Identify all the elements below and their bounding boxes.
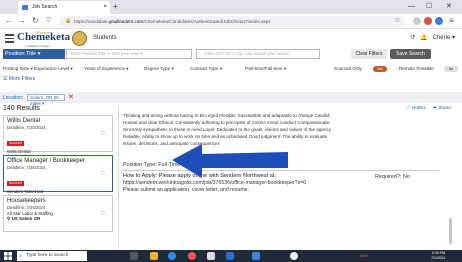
back-arrow-icon[interactable]: ← [5,16,13,26]
url-prefix: https://candidate. [74,19,109,24]
system-clock[interactable]: 4:05 PM 7/1/2024 [431,251,445,261]
notifications-bell-icon[interactable]: 🔔 [420,35,427,41]
save-search-button[interactable]: Save Search [390,49,431,59]
hotlist-link[interactable]: ☆ Hotlist [406,106,425,111]
annotation-arrow-icon [172,144,288,178]
menu-icon[interactable]: ≡ [449,16,454,26]
remote-possible-label: Remote Possible [399,66,434,71]
close-tab-icon[interactable]: × [103,1,107,14]
keyword-input[interactable]: Enter Position Title to start your searc… [66,49,192,59]
required-field: Required?: No [375,174,410,180]
logo-script: Pioneer [37,30,50,35]
minimize-icon[interactable]: — [408,1,415,13]
active-filters-row: Location: Salem, OR 25 miles ▾ ✕ [0,92,462,106]
favorite-star-icon[interactable]: ☆ [100,209,106,217]
user-menu[interactable]: ↺ 🔔 Cherie ▾ [410,34,455,41]
browser-app-icon[interactable] [290,252,298,260]
url-domain: gradleaders.com [109,19,144,24]
history-icon[interactable]: ↺ [410,35,415,41]
job-card-selected[interactable]: Office Manager / Bookkeeper Deadline: 7/… [3,155,113,199]
sourced-badge: Sourced [7,140,24,146]
share-link[interactable]: ➦ Share [433,106,451,111]
browser-tab-bar: Job Search × + — ☐ ✕ [0,0,462,14]
windows-start-icon[interactable] [4,252,12,260]
site-header: Pioneer Chemeketa Community College Stud… [0,29,462,48]
location-pin-icon: ⚲ [7,216,11,221]
shield-icon[interactable]: ⛉ [46,16,51,26]
task-view-icon[interactable] [130,252,138,260]
job-card[interactable]: Willis Dental Deadline: 7/26/2024 Source… [3,115,113,159]
remote-possible-toggle[interactable]: No [444,66,458,72]
results-list: 140 Results Willis Dental Deadline: 7/26… [3,104,113,249]
url-path: /Chemeketa/Candidates/Authenticated/Jobs… [143,19,271,24]
job-deadline: Deadline: 7/26/2024 [7,125,46,130]
forward-arrow-icon[interactable]: → [18,16,26,26]
tab-job-search[interactable]: Job Search × [18,1,110,14]
close-window-icon[interactable]: ✕ [446,1,452,13]
sourced-only-label: Sourced Only [334,66,362,71]
contract-type-dropdown[interactable]: Contract Type ▾ [190,64,222,74]
tab-title: Job Search [32,4,58,10]
favorite-star-icon[interactable]: ☆ [100,169,106,177]
more-filters-link[interactable]: ☰ More Filters [3,76,35,82]
job-card[interactable]: Housekeepers Deadline: 7/26/2024 All Sta… [3,195,113,232]
sourced-only-toggle[interactable]: Yes [373,66,387,72]
degree-type-dropdown[interactable]: Degree Type ▾ [144,64,174,74]
search-icon: ⌕ [19,253,22,259]
store-icon[interactable] [207,252,215,260]
taskbar-search-input[interactable]: ⌕ Type here to search [17,251,87,261]
bookmark-star-icon[interactable]: ☆ [394,16,400,26]
location-input[interactable]: Enter US City or Zip code to start your … [196,49,320,59]
search-bar: Position Title ▾ Enter Position Title to… [0,48,462,60]
user-name: Cherie [432,35,451,41]
extension-icon[interactable] [413,17,421,25]
results-count: 140 Results [3,105,40,112]
scrollbar[interactable] [449,218,452,244]
edge-icon[interactable] [168,252,176,260]
job-location: ⚲ US Salem OR [7,216,41,221]
app-icon[interactable] [252,252,260,260]
file-explorer-icon[interactable] [150,252,158,260]
clear-filters-button[interactable]: Clear Filters [351,49,387,59]
maximize-icon[interactable]: ☐ [426,1,432,13]
tab-favicon-icon [22,5,28,10]
part-full-time-dropdown[interactable]: Part-time/Full-time ▾ [245,64,286,74]
address-bar[interactable]: 🔒 https://candidate.gradleaders.com/Chem… [60,16,405,27]
job-title: Office Manager / Bookkeeper [7,158,85,164]
job-title: Willis Dental [7,118,41,124]
job-title: Housekeepers [7,198,46,204]
position-title-select[interactable]: Position Title ▾ [3,49,65,59]
lock-icon: 🔒 [65,18,72,24]
sourced-badge: Sourced [7,180,24,186]
chrome-icon[interactable] [188,252,196,260]
favorite-star-icon[interactable]: ☆ [100,129,106,137]
tray-live-indicator[interactable]: Live [360,253,368,259]
remove-location-icon[interactable]: ✕ [68,93,74,102]
chemeketa-logo[interactable]: Pioneer Chemeketa Community College [17,30,70,48]
section-title: Students [93,35,117,41]
experience-level-dropdown[interactable]: Experience Level ▾ [34,64,73,74]
posting-date-dropdown[interactable]: Posting Date ▾ [3,64,33,74]
windows-taskbar: ⌕ Type here to search Live 4:05 PM 7/1/2… [0,250,462,262]
location-chip[interactable]: Salem, OR 25 miles ▾ [27,94,65,106]
college-seal-icon [72,31,87,46]
filter-dropdowns: Posting Date ▾ Experience Level ▾ Years … [0,64,462,74]
browser-nav-bar: ← → ↻ ⛉ 🔒 https://candidate.gradleaders.… [0,14,462,29]
pocket-icon[interactable] [424,17,432,25]
new-tab-button[interactable]: + [113,1,118,13]
account-icon[interactable] [435,17,443,25]
years-experience-dropdown[interactable]: Years of Experience ▾ [84,64,129,74]
hamburger-menu-icon[interactable] [5,34,14,43]
chevron-down-icon: ▾ [451,35,455,41]
job-deadline: Deadline: 7/26/2024 [7,165,46,170]
reload-icon[interactable]: ↻ [32,16,39,26]
mail-icon[interactable] [226,252,234,260]
location-label: Location: [3,95,24,101]
